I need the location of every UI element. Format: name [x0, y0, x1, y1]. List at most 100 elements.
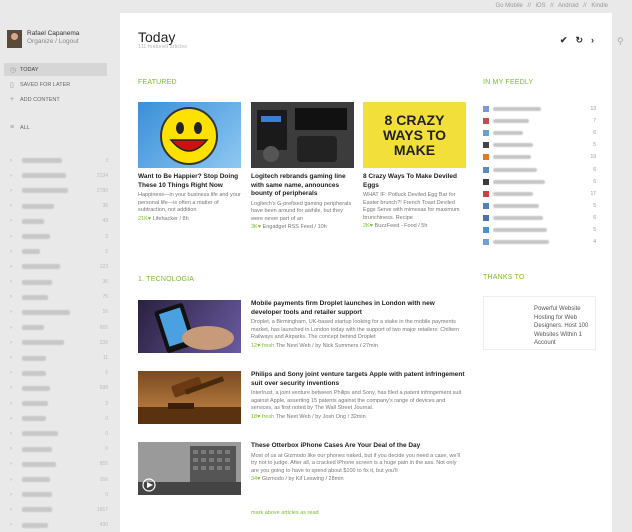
- category-item[interactable]: › 11: [0, 350, 120, 365]
- feedly-source-item[interactable]: 6: [483, 176, 596, 188]
- search-icon[interactable]: ⚲: [617, 36, 624, 47]
- organize-logout-links[interactable]: Organize / Logout: [27, 38, 79, 46]
- category-item[interactable]: › 0: [0, 411, 120, 426]
- featured-title[interactable]: Want to Be Happier? Stop Doing These 10 …: [138, 173, 241, 190]
- chevron-right-icon[interactable]: ›: [10, 385, 22, 391]
- mark-read-check-icon[interactable]: ✔: [560, 35, 568, 46]
- chevron-right-icon[interactable]: ›: [10, 325, 22, 331]
- kindle-link[interactable]: Kindle: [591, 3, 608, 9]
- avatar[interactable]: [7, 30, 22, 48]
- feedly-source-item[interactable]: 13: [483, 103, 596, 115]
- chevron-right-icon[interactable]: ›: [10, 431, 22, 437]
- article-thumbnail[interactable]: [138, 300, 241, 353]
- category-item[interactable]: › 0: [0, 426, 120, 441]
- chevron-right-icon[interactable]: ›: [10, 507, 22, 513]
- featured-thumbnail[interactable]: 8 CRAZY WAYS TO MAKE: [363, 102, 466, 168]
- sponsor-box[interactable]: Powerful Website Hosting for Web Designe…: [483, 296, 596, 350]
- next-chevron-icon[interactable]: ›: [591, 35, 594, 46]
- article-row[interactable]: Mobile payments firm Droplet launches in…: [138, 300, 478, 355]
- ios-link[interactable]: iOS: [536, 3, 546, 9]
- category-item[interactable]: › 3: [0, 153, 120, 168]
- chevron-right-icon[interactable]: ›: [10, 173, 22, 179]
- feedly-source-item[interactable]: 6: [483, 163, 596, 175]
- featured-thumbnail[interactable]: [138, 102, 241, 168]
- nav-saved-for-later[interactable]: ▯ SAVED FOR LATER: [4, 78, 107, 91]
- chevron-right-icon[interactable]: ›: [10, 401, 22, 407]
- article-row[interactable]: These Otterbox iPhone Cases Are Your Dea…: [138, 442, 478, 497]
- feedly-source-item[interactable]: 5: [483, 224, 596, 236]
- category-item[interactable]: › 236: [0, 335, 120, 350]
- article-thumbnail[interactable]: [138, 442, 241, 495]
- article-thumbnail[interactable]: [138, 371, 241, 424]
- article-row[interactable]: Philips and Sony joint venture targets A…: [138, 371, 478, 426]
- feedly-source-item[interactable]: 6: [483, 127, 596, 139]
- category-item[interactable]: › 36: [0, 275, 120, 290]
- chevron-right-icon[interactable]: ›: [10, 203, 22, 209]
- nav-all[interactable]: ≡ ALL: [4, 121, 107, 134]
- category-item[interactable]: › 0: [0, 442, 120, 457]
- feedly-source-item[interactable]: 6: [483, 212, 596, 224]
- category-item[interactable]: › 855: [0, 457, 120, 472]
- chevron-right-icon[interactable]: ›: [10, 522, 22, 528]
- category-item[interactable]: › 688: [0, 381, 120, 396]
- article-title[interactable]: These Otterbox iPhone Cases Are Your Dea…: [251, 442, 465, 451]
- mark-read-link[interactable]: mark above articles as read: [251, 510, 319, 516]
- category-item[interactable]: › 3: [0, 396, 120, 411]
- feedly-source-item[interactable]: 5: [483, 200, 596, 212]
- chevron-right-icon[interactable]: ›: [10, 370, 22, 376]
- article-title[interactable]: Philips and Sony joint venture targets A…: [251, 371, 465, 388]
- chevron-right-icon[interactable]: ›: [10, 158, 22, 164]
- category-item[interactable]: › 0: [0, 487, 120, 502]
- featured-thumbnail[interactable]: [251, 102, 354, 168]
- featured-article[interactable]: 8 CRAZY WAYS TO MAKE 8 Crazy Ways To Mak…: [363, 102, 466, 229]
- category-name-blurred: [22, 446, 52, 452]
- category-item[interactable]: › 75: [0, 290, 120, 305]
- android-link[interactable]: Android: [558, 3, 579, 9]
- category-item[interactable]: › 166: [0, 472, 120, 487]
- category-item[interactable]: › 16: [0, 305, 120, 320]
- category-item[interactable]: › 3: [0, 229, 120, 244]
- chevron-right-icon[interactable]: ›: [10, 279, 22, 285]
- nav-add-content[interactable]: + ADD CONTENT: [4, 93, 107, 106]
- chevron-right-icon[interactable]: ›: [10, 218, 22, 224]
- chevron-right-icon[interactable]: ›: [10, 355, 22, 361]
- chevron-right-icon[interactable]: ›: [10, 477, 22, 483]
- category-item[interactable]: › 430: [0, 518, 120, 532]
- category-item[interactable]: › 5: [0, 244, 120, 259]
- sponsor-text[interactable]: Powerful Website Hosting for Web Designe…: [534, 305, 596, 348]
- feedly-source-item[interactable]: 5: [483, 139, 596, 151]
- chevron-right-icon[interactable]: ›: [10, 492, 22, 498]
- chevron-right-icon[interactable]: ›: [10, 340, 22, 346]
- category-item[interactable]: › 665: [0, 320, 120, 335]
- feedly-source-item[interactable]: 19: [483, 151, 596, 163]
- featured-article[interactable]: Logitech rebrands gaming line with same …: [251, 102, 354, 230]
- category-item[interactable]: › 1667: [0, 502, 120, 517]
- feedly-source-item[interactable]: 17: [483, 188, 596, 200]
- category-item[interactable]: › 2780: [0, 183, 120, 198]
- category-item[interactable]: › 2134: [0, 168, 120, 183]
- category-item[interactable]: › 49: [0, 214, 120, 229]
- chevron-right-icon[interactable]: ›: [10, 294, 22, 300]
- article-title[interactable]: Mobile payments firm Droplet launches in…: [251, 300, 465, 317]
- chevron-right-icon[interactable]: ›: [10, 188, 22, 194]
- category-item[interactable]: › 36: [0, 199, 120, 214]
- section-label[interactable]: 1. TECNOLOGIA: [138, 276, 194, 283]
- source-name-blurred: [493, 143, 533, 148]
- refresh-icon[interactable]: ↻: [575, 35, 583, 46]
- chevron-right-icon[interactable]: ›: [10, 416, 22, 422]
- featured-title[interactable]: 8 Crazy Ways To Make Deviled Eggs: [363, 173, 466, 190]
- chevron-right-icon[interactable]: ›: [10, 309, 22, 315]
- chevron-right-icon[interactable]: ›: [10, 264, 22, 270]
- chevron-right-icon[interactable]: ›: [10, 461, 22, 467]
- chevron-right-icon[interactable]: ›: [10, 446, 22, 452]
- category-item[interactable]: › 5: [0, 366, 120, 381]
- source-count: 6: [593, 214, 596, 221]
- chevron-right-icon[interactable]: ›: [10, 234, 22, 240]
- feedly-source-item[interactable]: 4: [483, 236, 596, 248]
- chevron-right-icon[interactable]: ›: [10, 249, 22, 255]
- nav-today[interactable]: ◷ TODAY: [4, 63, 107, 76]
- featured-title[interactable]: Logitech rebrands gaming line with same …: [251, 173, 354, 199]
- category-item[interactable]: › 123: [0, 259, 120, 274]
- feedly-source-item[interactable]: 7: [483, 115, 596, 127]
- featured-article[interactable]: Want to Be Happier? Stop Doing These 10 …: [138, 102, 241, 222]
